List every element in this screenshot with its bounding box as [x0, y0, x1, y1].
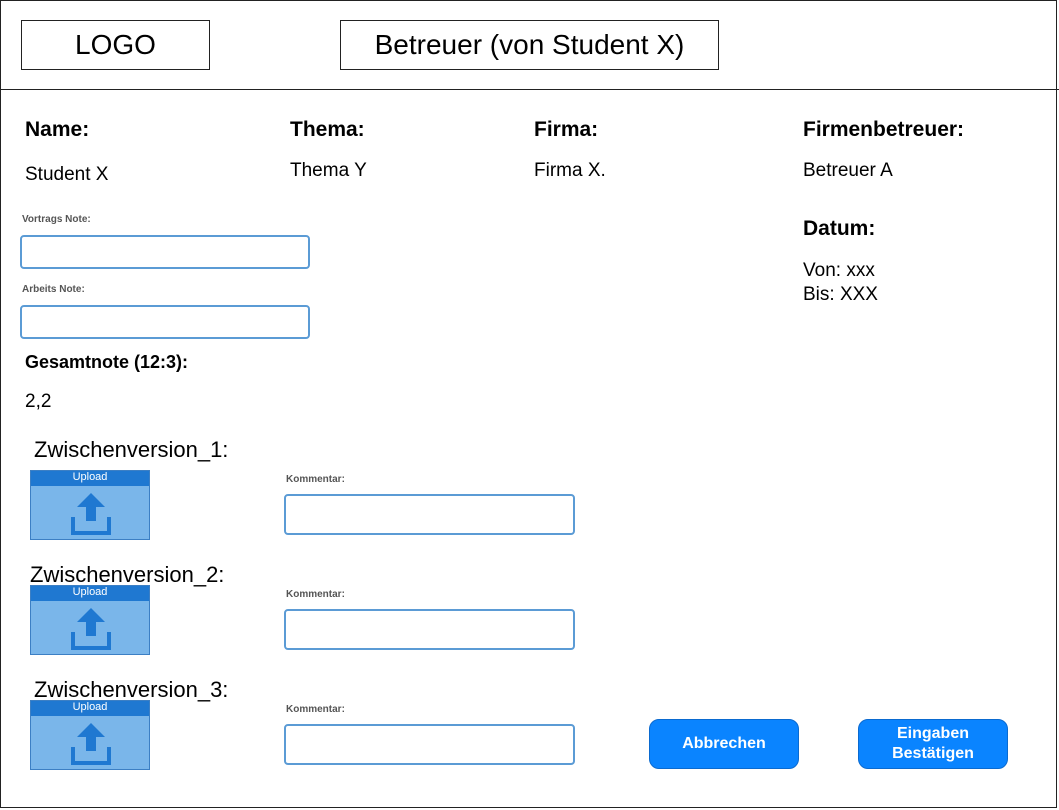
firma-label: Firma: — [534, 118, 599, 141]
thema-label: Thema: — [290, 118, 365, 141]
thema-value: Thema Y — [290, 160, 367, 181]
confirm-button-label-line1: Eingaben — [896, 725, 969, 742]
upload-label-1: Upload — [31, 471, 149, 486]
kommentar-label-3: Kommentar: — [286, 704, 345, 715]
header-divider — [0, 89, 1059, 90]
upload-icon — [71, 723, 111, 765]
confirm-button[interactable]: Eingaben Bestätigen — [858, 719, 1008, 769]
cancel-button[interactable]: Abbrechen — [649, 719, 799, 769]
datum-bis: Bis: XXX — [803, 284, 878, 305]
kommentar-input-3[interactable] — [284, 724, 575, 765]
firmenbetreuer-label: Firmenbetreuer: — [803, 118, 965, 141]
name-value: Student X — [25, 164, 109, 185]
upload-button-1[interactable]: Upload — [30, 470, 150, 540]
vortrag-note-input[interactable] — [20, 235, 310, 269]
kommentar-input-1[interactable] — [284, 494, 575, 535]
upload-button-2[interactable]: Upload — [30, 585, 150, 655]
name-label: Name: — [25, 118, 90, 141]
firma-value: Firma X. — [534, 160, 606, 181]
kommentar-label-1: Kommentar: — [286, 474, 345, 485]
upload-icon — [71, 493, 111, 535]
confirm-button-label-line2: Bestätigen — [892, 745, 974, 762]
logo: LOGO — [21, 20, 210, 70]
arbeit-note-input[interactable] — [20, 305, 310, 339]
kommentar-input-2[interactable] — [284, 609, 575, 650]
page-title: Betreuer (von Student X) — [340, 20, 719, 70]
datum-label: Datum: — [803, 217, 876, 240]
arbeit-note-label: Arbeits Note: — [22, 284, 85, 295]
vortrag-note-label: Vortrags Note: — [22, 214, 91, 225]
gesamtnote-value: 2,2 — [25, 391, 52, 412]
upload-icon — [71, 608, 111, 650]
datum-von: Von: xxx — [803, 260, 875, 281]
upload-label-3: Upload — [31, 701, 149, 716]
firmenbetreuer-value: Betreuer A — [803, 160, 893, 181]
upload-button-3[interactable]: Upload — [30, 700, 150, 770]
kommentar-label-2: Kommentar: — [286, 589, 345, 600]
upload-label-2: Upload — [31, 586, 149, 601]
zwischenversion-1-title: Zwischenversion_1: — [34, 437, 229, 462]
gesamtnote-label: Gesamtnote (12:3): — [25, 352, 189, 372]
